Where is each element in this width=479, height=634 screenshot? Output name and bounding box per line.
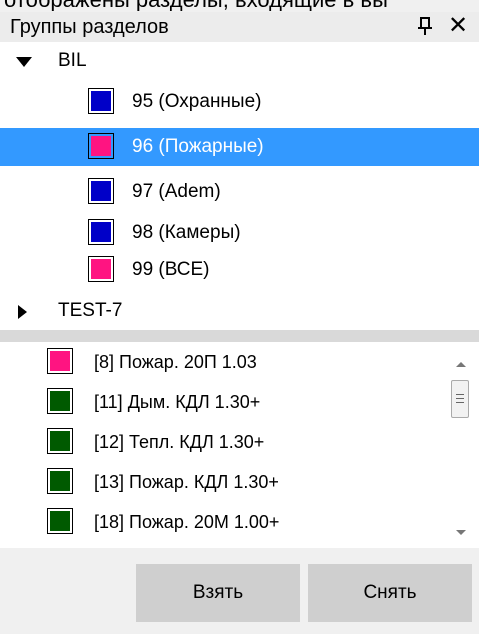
list-item-label: [11] Дым. КДЛ 1.30+ (94, 392, 261, 412)
swatch-fill (91, 181, 111, 201)
section-list[interactable]: [8] Пожар. 20П 1.03 [11] Дым. КДЛ 1.30+ … (0, 342, 479, 548)
panel-splitter[interactable] (0, 330, 479, 342)
list-item[interactable]: [18] Пожар. 20М 1.00+ (0, 502, 450, 542)
swatch-fill (91, 259, 111, 279)
pin-icon[interactable] (416, 15, 434, 37)
panel-header: Группы разделов ✕ (0, 12, 479, 42)
list-item-label: [8] Пожар. 20П 1.03 (94, 352, 257, 372)
tree-item-label: 95 (Охранные) (132, 91, 262, 112)
tree-group-label: BIL (58, 50, 87, 71)
tree-item-selected[interactable]: 96 (Пожарные) (0, 128, 479, 166)
panel-title: Группы разделов (10, 16, 169, 38)
take-button[interactable]: Взять (136, 564, 300, 622)
list-item[interactable]: [13] Пожар. КДЛ 1.30+ (0, 462, 450, 502)
swatch-fill (50, 351, 70, 371)
color-swatch (88, 219, 114, 245)
scroll-thumb[interactable] (451, 380, 469, 418)
swatch-fill (50, 431, 70, 451)
color-swatch (47, 428, 73, 454)
clipped-description-text: отображены разделы, входящие в вы (0, 0, 479, 11)
color-swatch (47, 508, 73, 534)
color-swatch (88, 88, 114, 114)
color-swatch (88, 256, 114, 282)
tree-item[interactable]: 97 (Adem) (0, 173, 479, 211)
list-item[interactable]: [12] Тепл. КДЛ 1.30+ (0, 422, 450, 462)
swatch-fill (91, 222, 111, 242)
tree-item-label: 99 (ВСЕ) (132, 259, 210, 280)
button-bar: Взять Снять (0, 548, 479, 634)
grip-line (456, 394, 464, 395)
grip-line (456, 402, 464, 403)
remove-button[interactable]: Снять (308, 564, 472, 622)
section-group-tree[interactable]: BIL 95 (Охранные) 96 (Пожарные) 97 (Adem… (0, 42, 479, 330)
swatch-fill (50, 391, 70, 411)
list-item-label: [12] Тепл. КДЛ 1.30+ (94, 432, 265, 452)
swatch-fill (91, 136, 111, 156)
list-item-label: [18] Пожар. 20М 1.00+ (94, 512, 280, 532)
color-swatch (47, 388, 73, 414)
tree-group-test-7[interactable]: TEST-7 (0, 292, 479, 330)
scroll-up-icon[interactable] (456, 362, 466, 367)
color-swatch (47, 468, 73, 494)
close-icon[interactable]: ✕ (446, 14, 470, 38)
tree-item-label: 96 (Пожарные) (132, 136, 264, 157)
vertical-scrollbar[interactable] (448, 342, 472, 548)
tree-item-label: 97 (Adem) (132, 181, 221, 202)
scroll-down-icon[interactable] (456, 530, 466, 535)
expand-arrow-icon[interactable] (16, 57, 32, 67)
collapse-arrow-icon[interactable] (18, 305, 27, 319)
grip-line (456, 398, 464, 399)
color-swatch (88, 178, 114, 204)
tree-item[interactable]: 98 (Камеры) (0, 214, 479, 252)
tree-item[interactable]: 99 (ВСЕ) (0, 251, 479, 289)
list-item-label: [13] Пожар. КДЛ 1.30+ (94, 472, 279, 492)
swatch-fill (91, 91, 111, 111)
list-item[interactable]: [8] Пожар. 20П 1.03 (0, 342, 450, 382)
tree-group-bil[interactable]: BIL (0, 42, 479, 80)
list-item[interactable]: [11] Дым. КДЛ 1.30+ (0, 382, 450, 422)
tree-item-label: 98 (Камеры) (132, 222, 241, 243)
color-swatch (88, 133, 114, 159)
swatch-fill (50, 511, 70, 531)
swatch-fill (50, 471, 70, 491)
color-swatch (47, 348, 73, 374)
tree-group-label: TEST-7 (58, 300, 123, 321)
tree-item[interactable]: 95 (Охранные) (0, 83, 479, 121)
